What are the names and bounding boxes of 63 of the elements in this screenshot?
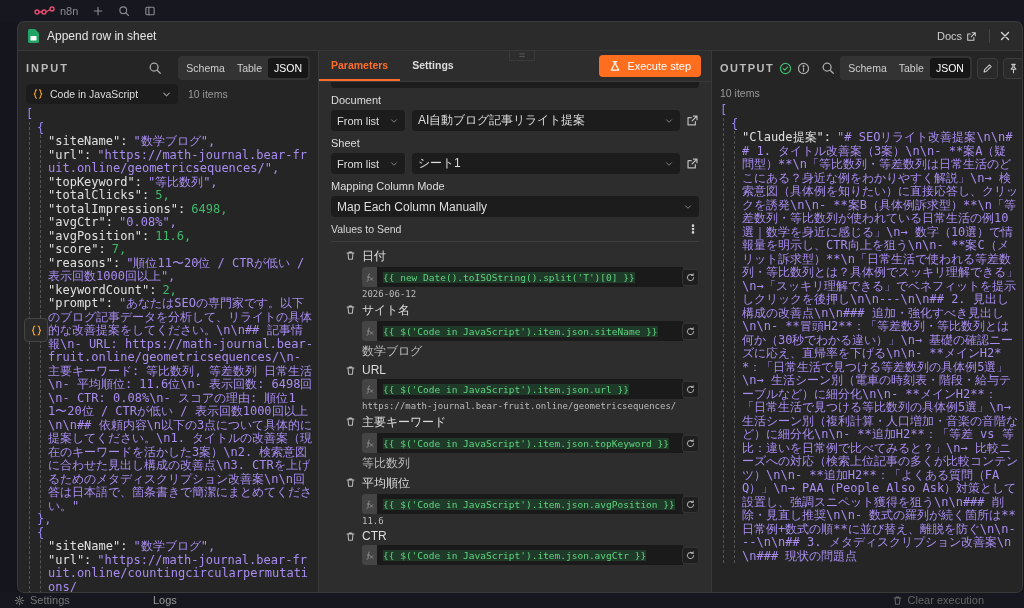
view-tab[interactable]: JSON: [268, 58, 308, 78]
value-select[interactable]: シート1: [412, 153, 680, 174]
json-entry: "siteName": "数学ブログ",: [48, 135, 217, 149]
json-entry: "avgPosition": 11.6,: [48, 229, 193, 243]
json-entry: "prompt": "あなたはSEOの専門家です。以下のブログ記事データを分析して、リライトの具体的な改善提案をしてください。\n\n## 記事情報\n- URL: https://math-journal.bear-fruit.online/geometricsequences/\n- 主要キーワード: 等比数列, 等差数列 日常生活\n- 平均順位: 11.6位\n- 表示回数: 6498回\n- CTR: 0.08%\n- スコアの理由: 順位11〜20位 / CTRが低い / 表示回数1000回以上\n\n## 依頼内容\n以下の3点について具体的に提案してください。\n1. タイトルの改善案（現在のキーワードを活かした3案）\n2. 検索意図に合わせた見出し構成の改善点\n3. CTRを上げるためのメタディスクリプション改善案\n\n回答は日本語で、箇条書きで簡潔にまとめてください。": [48, 297, 314, 513]
expression-field[interactable]: {{ new Date().toISOString().split('T')[0] }}: [377, 267, 683, 287]
column-label: URL: [362, 363, 387, 377]
node-select[interactable]: Code in JavaScript: [26, 84, 178, 104]
field-label: Mapping Column Mode: [331, 180, 446, 192]
section-title: Values to Send: [331, 223, 402, 235]
column-label: 日付: [362, 248, 387, 265]
expression-result: 等比数列: [362, 455, 411, 472]
mode-select[interactable]: From list: [331, 153, 406, 174]
view-tab[interactable]: JSON: [929, 58, 970, 78]
expression-result: 11.6: [362, 516, 385, 526]
json-entry: "keywordCount": 2,: [48, 283, 178, 297]
view-tab[interactable]: Schema: [180, 58, 231, 78]
json-entry: "url": "https://math-journal.bear-fruit.online/geometricsequences/",: [48, 148, 308, 176]
view-tab[interactable]: Schema: [842, 58, 893, 78]
docs-link[interactable]: Docs: [932, 28, 981, 44]
column-label: サイト名: [362, 302, 411, 319]
app-logo-text: n8n: [60, 5, 79, 17]
view-tab[interactable]: Table: [892, 58, 930, 78]
json-entry: "url": "https://math-journal.bear-fruit.online/countingcircularpermutations/: [48, 553, 310, 592]
expression-field[interactable]: {{ $('Code in JavaScript').item.json.avgPosition }}: [377, 494, 683, 514]
json-bracket: [: [720, 104, 729, 118]
json-entry: "totalImpressions": 6498,: [48, 202, 229, 216]
json-bracket: {: [37, 526, 46, 540]
json-bracket: {: [731, 117, 740, 131]
column-label: 平均順位: [362, 475, 411, 492]
expression-result: https://math-journal.bear-fruit.online/geometricsequences/: [362, 401, 678, 411]
item-count: 10 items: [188, 88, 228, 100]
json-entry: "avgCtr": "0.08%",: [48, 216, 177, 230]
json-entry: "score": 7,: [48, 243, 127, 257]
json-entry: "siteName": "数学ブログ",: [48, 540, 217, 554]
field-label: Document: [331, 94, 383, 106]
expression-result: 数学ブログ: [362, 343, 423, 360]
panel-title: OUTPUT: [720, 62, 775, 74]
json-entry: "topKeyword": "等比数列",: [48, 175, 218, 189]
panel-tab[interactable]: Settings: [400, 51, 466, 81]
expression-field[interactable]: {{ $('Code in JavaScript').item.json.topKeyword }}: [377, 433, 683, 453]
json-bracket: },: [37, 513, 53, 527]
json-entry: "totalClicks": 5,: [48, 189, 171, 203]
expression-field[interactable]: {{ $('Code in JavaScript').item.json.avgCtr }}: [377, 545, 683, 565]
mode-select[interactable]: Map Each Column Manually: [331, 196, 699, 217]
panel-title: INPUT: [26, 62, 69, 74]
json-entry: "reasons": "順位11〜20位 / CTRが低い / 表示回数1000回以上",: [48, 256, 306, 284]
item-count: 10 items: [720, 87, 760, 99]
expression-field[interactable]: {{ $('Code in JavaScript').item.json.siteName }}: [377, 321, 683, 341]
view-tab[interactable]: Table: [230, 58, 268, 78]
logs-tab[interactable]: Logs: [153, 594, 177, 606]
field-label: Sheet: [331, 137, 361, 149]
settings-link[interactable]: Settings: [30, 594, 70, 606]
column-label: CTR: [362, 529, 388, 543]
mode-select[interactable]: From list: [331, 110, 406, 131]
json-bracket: {: [37, 121, 46, 135]
expression-result: 2026-06-12: [362, 289, 418, 299]
expression-field[interactable]: {{ $('Code in JavaScript').item.json.url }}: [377, 379, 683, 399]
modal-title: Append row in sheet: [47, 29, 157, 43]
json-entry: "Claude提案": "# SEOリライト改善提案\n\n## 1. タイトル改善案（3案）\n\n- **案A（疑問型）**\n「等比数列・等差数列は日常生活のどこにある？身近な例をわかりやすく解説」\n→ 検索意図（具体例を知りたい）に直接応答し、クリックを誘発\n\n- **案B（具体例訴求型）**\n「等差数列・等比数列が使われている日常生活の例10選｜数学を身近に感じる」\n→ 数字（10選）で情報量を明示し、CTR向上を狙う\n\n- **案C（メリット訴求型）**\n「日常生活で使われる等差数列・等比数列とは？具体例でスッキリ理解できる」\n→「スッキリ理解できる」でベネフィットを提示しクリックを後押し\n\n---\n\n## 2. 見出し構成の改善点\n\n### 追加・強化すべき見出し\n\n- **冒頭H2**：「等差数列・等比数列とは何か（30秒でわかる違い）」\n→ 基礎の確認ニーズに応え、直帰率を下げる\n\n- **メインH2**：「日常生活で見つける等差数列の具体例5選」\n→ 生活シーン別（電車の時刻表・階段・給与テーブルなど）に細分化\n\n- **メインH2**：「日常生活で見つける等比数列の具体例5選」\n→ 生活シーン別（複利計算・人口増加・音楽の音階など）に細分化\n\n- **追加H2**：「等差 vs 等比：違いを日常例で比べてみると？」\n→ 比較ニーズへの対応（検索上位記事の多くが比較コンテンツ）\n\n- **追加H2**：「よくある質問（FAQ）」\n→ PAA（People Also Ask）対策として設置し、強調スニペット獲得を狙う\n\n### 削除・見直し推奨\n\n- 数式の羅列が続く箇所は**日常例+数式の順**に並び替え、離脱を防ぐ\n\n---\n\n## 3. メタディスクリプション改善案\n\n### 現状の問題点: [742, 131, 1018, 563]
json-bracket: [: [26, 108, 35, 122]
column-label: 主要キーワード: [362, 414, 447, 431]
value-select[interactable]: AI自動ブログ記事リライト提案: [412, 110, 680, 131]
